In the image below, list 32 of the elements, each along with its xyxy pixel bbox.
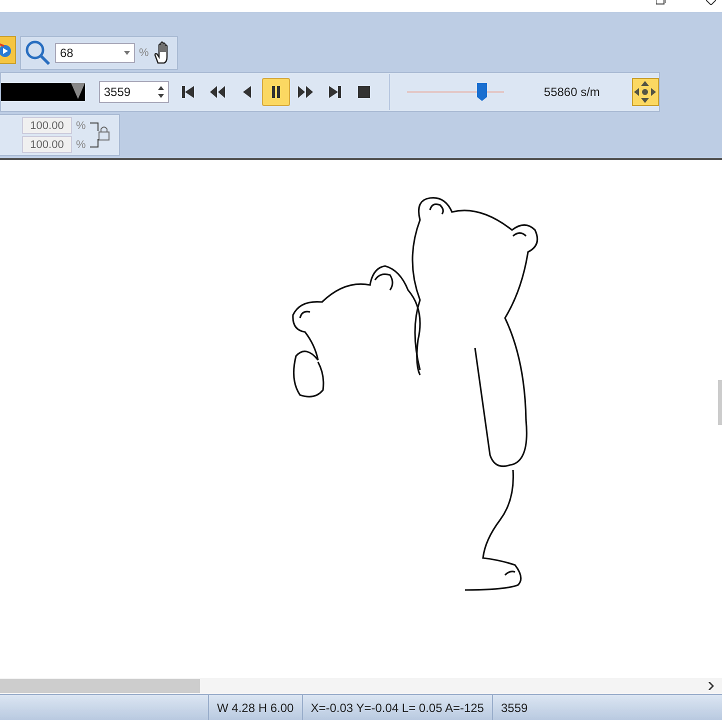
move-button[interactable] bbox=[632, 78, 659, 106]
scale-field[interactable]: 100.00 bbox=[22, 117, 72, 134]
app-button[interactable] bbox=[0, 36, 16, 64]
status-text: 3559 bbox=[492, 695, 536, 720]
play-logo-icon bbox=[0, 42, 13, 58]
restore-icon[interactable] bbox=[656, 0, 666, 5]
scale-field[interactable]: 100.00 bbox=[22, 136, 72, 153]
skip-back-icon bbox=[180, 84, 196, 100]
fast-forward-icon bbox=[297, 84, 314, 100]
percent-unit: % bbox=[76, 138, 86, 150]
lock-icon[interactable] bbox=[90, 121, 112, 149]
status-text: X=-0.03 Y=-0.04 L= 0.05 A=-125 bbox=[302, 695, 492, 720]
slider-thumb[interactable] bbox=[476, 83, 487, 101]
percent-unit: % bbox=[76, 120, 86, 132]
stop-icon bbox=[356, 84, 372, 100]
zoom-combo[interactable]: 68 bbox=[55, 43, 135, 63]
scroll-right-icon[interactable] bbox=[708, 682, 714, 690]
move-arrows-icon bbox=[634, 81, 656, 103]
speed-readout: 55860 s/m bbox=[544, 85, 601, 99]
zoom-unit: % bbox=[139, 47, 149, 59]
skip-forward-icon bbox=[326, 84, 343, 100]
horizontal-scrollbar-thumb[interactable] bbox=[0, 679, 200, 693]
rewind-icon bbox=[209, 84, 226, 100]
search-icon[interactable] bbox=[25, 40, 51, 66]
spinner-arrows-icon[interactable] bbox=[158, 86, 164, 98]
vertical-scrollbar-thumb[interactable] bbox=[718, 380, 722, 425]
pause-button[interactable] bbox=[262, 78, 290, 106]
frame-spinner[interactable]: 3559 bbox=[98, 81, 170, 103]
dropdown-arrow-icon[interactable] bbox=[70, 83, 85, 101]
dropdown-arrow-icon[interactable] bbox=[124, 51, 130, 55]
status-text: W 4.28 H 6.00 bbox=[208, 695, 302, 720]
color-bar[interactable] bbox=[1, 83, 85, 101]
